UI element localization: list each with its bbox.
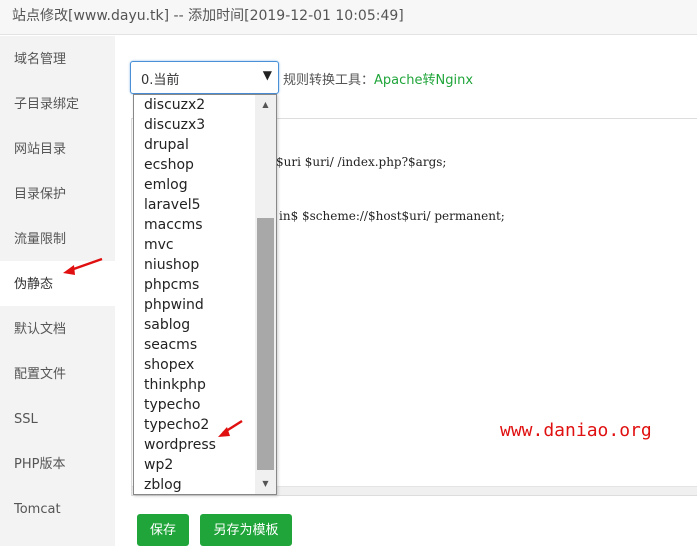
scrollbar-thumb[interactable] — [257, 218, 274, 470]
option-drupal[interactable]: drupal — [134, 135, 254, 155]
sidebar-item-ssl[interactable]: SSL — [0, 396, 115, 441]
red-arrow-annotation-icon — [218, 419, 243, 437]
option-discuzx3[interactable]: discuzx3 — [134, 115, 254, 135]
option-ecshop[interactable]: ecshop — [134, 155, 254, 175]
option-phpwind[interactable]: phpwind — [134, 295, 254, 315]
save-button[interactable]: 保存 — [137, 514, 189, 546]
sidebar-item-site-directory[interactable]: 网站目录 — [0, 126, 115, 171]
option-discuzx2[interactable]: discuzx2 — [134, 95, 254, 115]
sidebar-item-tomcat[interactable]: Tomcat — [0, 486, 115, 531]
rewrite-template-dropdown: discuzx2 discuzx3 drupal ecshop emlog la… — [133, 94, 277, 495]
option-laravel5[interactable]: laravel5 — [134, 195, 254, 215]
option-niushop[interactable]: niushop — [134, 255, 254, 275]
rewrite-template-select[interactable]: 0.当前 ▼ — [130, 61, 279, 94]
scroll-down-arrow-icon[interactable]: ▼ — [255, 474, 276, 494]
red-arrow-annotation-icon — [63, 257, 103, 275]
converter-label-text: 规则转换工具： — [283, 73, 375, 88]
option-thinkphp[interactable]: thinkphp — [134, 375, 254, 395]
sidebar-item-dir-protection[interactable]: 目录保护 — [0, 171, 115, 216]
apache-to-nginx-link[interactable]: Apache转Nginx — [374, 73, 473, 88]
sidebar-item-config-file[interactable]: 配置文件 — [0, 351, 115, 396]
option-emlog[interactable]: emlog — [134, 175, 254, 195]
select-value: 0.当前 — [141, 73, 180, 88]
option-shopex[interactable]: shopex — [134, 355, 254, 375]
option-sablog[interactable]: sablog — [134, 315, 254, 335]
option-typecho[interactable]: typecho — [134, 395, 254, 415]
code-line: in$ $scheme://$host$uri/ permanent; — [279, 209, 505, 223]
code-line: $uri $uri/ /index.php?$args; — [276, 155, 447, 169]
option-zblog[interactable]: zblog — [134, 475, 254, 494]
dropdown-scrollbar[interactable]: ▲ ▼ — [255, 95, 276, 494]
sidebar-item-subdir-binding[interactable]: 子目录绑定 — [0, 81, 115, 126]
save-as-template-button[interactable]: 另存为模板 — [200, 514, 292, 546]
option-mvc[interactable]: mvc — [134, 235, 254, 255]
window-title: 站点修改[www.dayu.tk] -- 添加时间[2019-12-01 10:… — [0, 0, 697, 35]
option-wp2[interactable]: wp2 — [134, 455, 254, 475]
sidebar-nav: 域名管理 子目录绑定 网站目录 目录保护 流量限制 伪静态 默认文档 配置文件 … — [0, 36, 115, 546]
sidebar-item-default-doc[interactable]: 默认文档 — [0, 306, 115, 351]
option-phpcms[interactable]: phpcms — [134, 275, 254, 295]
sidebar-item-domain[interactable]: 域名管理 — [0, 36, 115, 81]
sidebar-item-php-version[interactable]: PHP版本 — [0, 441, 115, 486]
chevron-down-icon: ▼ — [262, 68, 272, 82]
option-maccms[interactable]: maccms — [134, 215, 254, 235]
scroll-up-arrow-icon[interactable]: ▲ — [255, 95, 276, 115]
converter-label: 规则转换工具：Apache转Nginx — [283, 69, 473, 88]
option-seacms[interactable]: seacms — [134, 335, 254, 355]
watermark-text: www.daniao.org — [500, 420, 652, 441]
